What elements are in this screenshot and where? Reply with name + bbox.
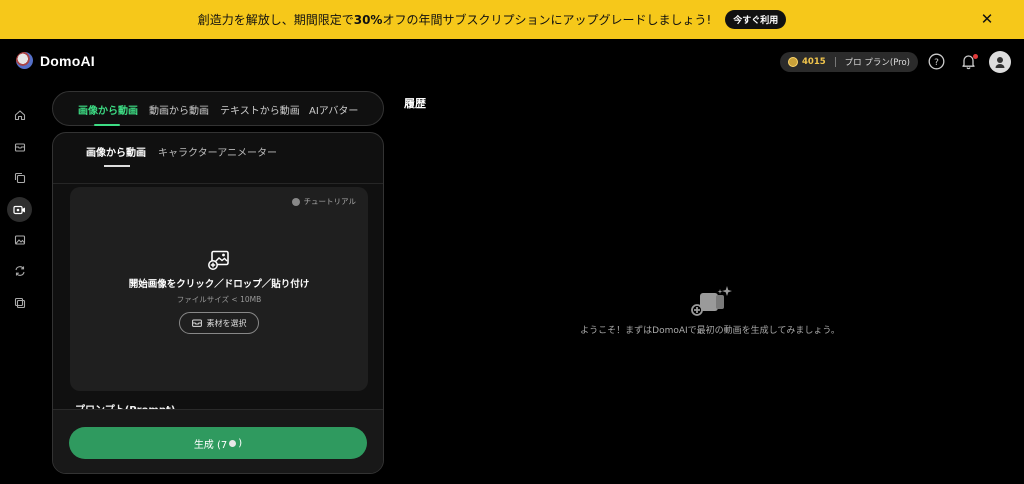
brand-name: DomoAI — [40, 52, 95, 69]
help-icon[interactable]: ? — [928, 53, 945, 70]
avatar[interactable] — [989, 51, 1011, 73]
history-title: 履歴 — [404, 97, 426, 110]
close-icon[interactable]: ✕ — [978, 10, 996, 28]
select-material-button[interactable]: 素材を選択 — [179, 312, 259, 334]
panel-footer: 生成 (7) — [53, 409, 383, 473]
plan-label: プロ プラン(Pro) — [844, 58, 910, 68]
subtab-image-to-video[interactable]: 画像から動画 — [86, 144, 146, 159]
banner-message: 創造力を解放し、期間限定で30%オフの年間サブスクリプションにアップグレードしま… — [197, 13, 712, 27]
notification-dot — [973, 54, 978, 59]
video-icon[interactable] — [7, 197, 32, 222]
box-icon — [191, 319, 202, 327]
image-icon[interactable] — [10, 230, 30, 250]
dropzone-title: 開始画像をクリック／ドロップ／貼り付け — [128, 279, 310, 290]
history-empty-message: ようこそ！まずはDomoAIで最初の動画を生成してみましょう。 — [580, 326, 840, 336]
svg-text:?: ? — [934, 58, 939, 68]
box-icon[interactable] — [10, 137, 30, 157]
credit-count: 4015 — [802, 57, 826, 67]
divider — [53, 183, 383, 184]
active-subtab-indicator — [104, 165, 130, 167]
add-image-icon — [208, 250, 230, 270]
generate-label-prefix: 生成 (7 — [193, 439, 228, 451]
promo-banner: 創造力を解放し、期間限定で30%オフの年間サブスクリプションにアップグレードしま… — [0, 0, 1024, 39]
banner-cta-button[interactable]: 今すぐ利用 — [725, 10, 787, 29]
tutorial-link[interactable]: チュートリアル — [291, 196, 356, 207]
copy-icon[interactable] — [10, 293, 30, 313]
coin-icon — [228, 438, 238, 448]
coin-icon — [788, 57, 798, 67]
refresh-icon[interactable] — [10, 261, 30, 281]
top-header: DomoAI 4015 プロ プラン(Pro) ? — [0, 39, 1024, 85]
tutorial-label: チュートリアル — [303, 197, 356, 206]
subtab-character-animator[interactable]: キャラクターアニメーター — [158, 144, 277, 159]
sparkle-video-icon — [689, 285, 733, 317]
question-icon — [291, 197, 300, 206]
image-dropzone[interactable]: チュートリアル 開始画像をクリック／ドロップ／貼り付け ファイルサイズ < 10… — [70, 187, 368, 391]
divider — [834, 57, 836, 67]
select-material-label: 素材を選択 — [206, 318, 247, 328]
user-icon — [995, 57, 1005, 68]
tab-ai-avatar[interactable]: AIアバター — [309, 102, 358, 117]
home-icon[interactable] — [10, 105, 30, 125]
tab-video-to-video[interactable]: 動画から動画 — [149, 102, 209, 117]
logo[interactable]: DomoAI — [16, 52, 95, 69]
logo-mark — [16, 52, 33, 69]
credits-badge[interactable]: 4015 プロ プラン(Pro) — [780, 52, 918, 72]
active-tab-indicator — [94, 124, 120, 126]
tab-text-to-video[interactable]: テキストから動画 — [220, 102, 300, 117]
generate-label-suffix: ) — [238, 437, 243, 449]
dropzone-subtitle: ファイルサイズ < 10MB — [176, 295, 262, 304]
layers-icon[interactable] — [10, 168, 30, 188]
tab-image-to-video[interactable]: 画像から動画 — [78, 102, 138, 117]
generate-button[interactable]: 生成 (7) — [69, 427, 367, 459]
mode-tabs: 画像から動画 動画から動画 テキストから動画 AIアバター — [52, 91, 384, 126]
generation-panel: 画像から動画 キャラクターアニメーター チュートリアル 開始画像をクリック／ドロ… — [52, 132, 384, 474]
